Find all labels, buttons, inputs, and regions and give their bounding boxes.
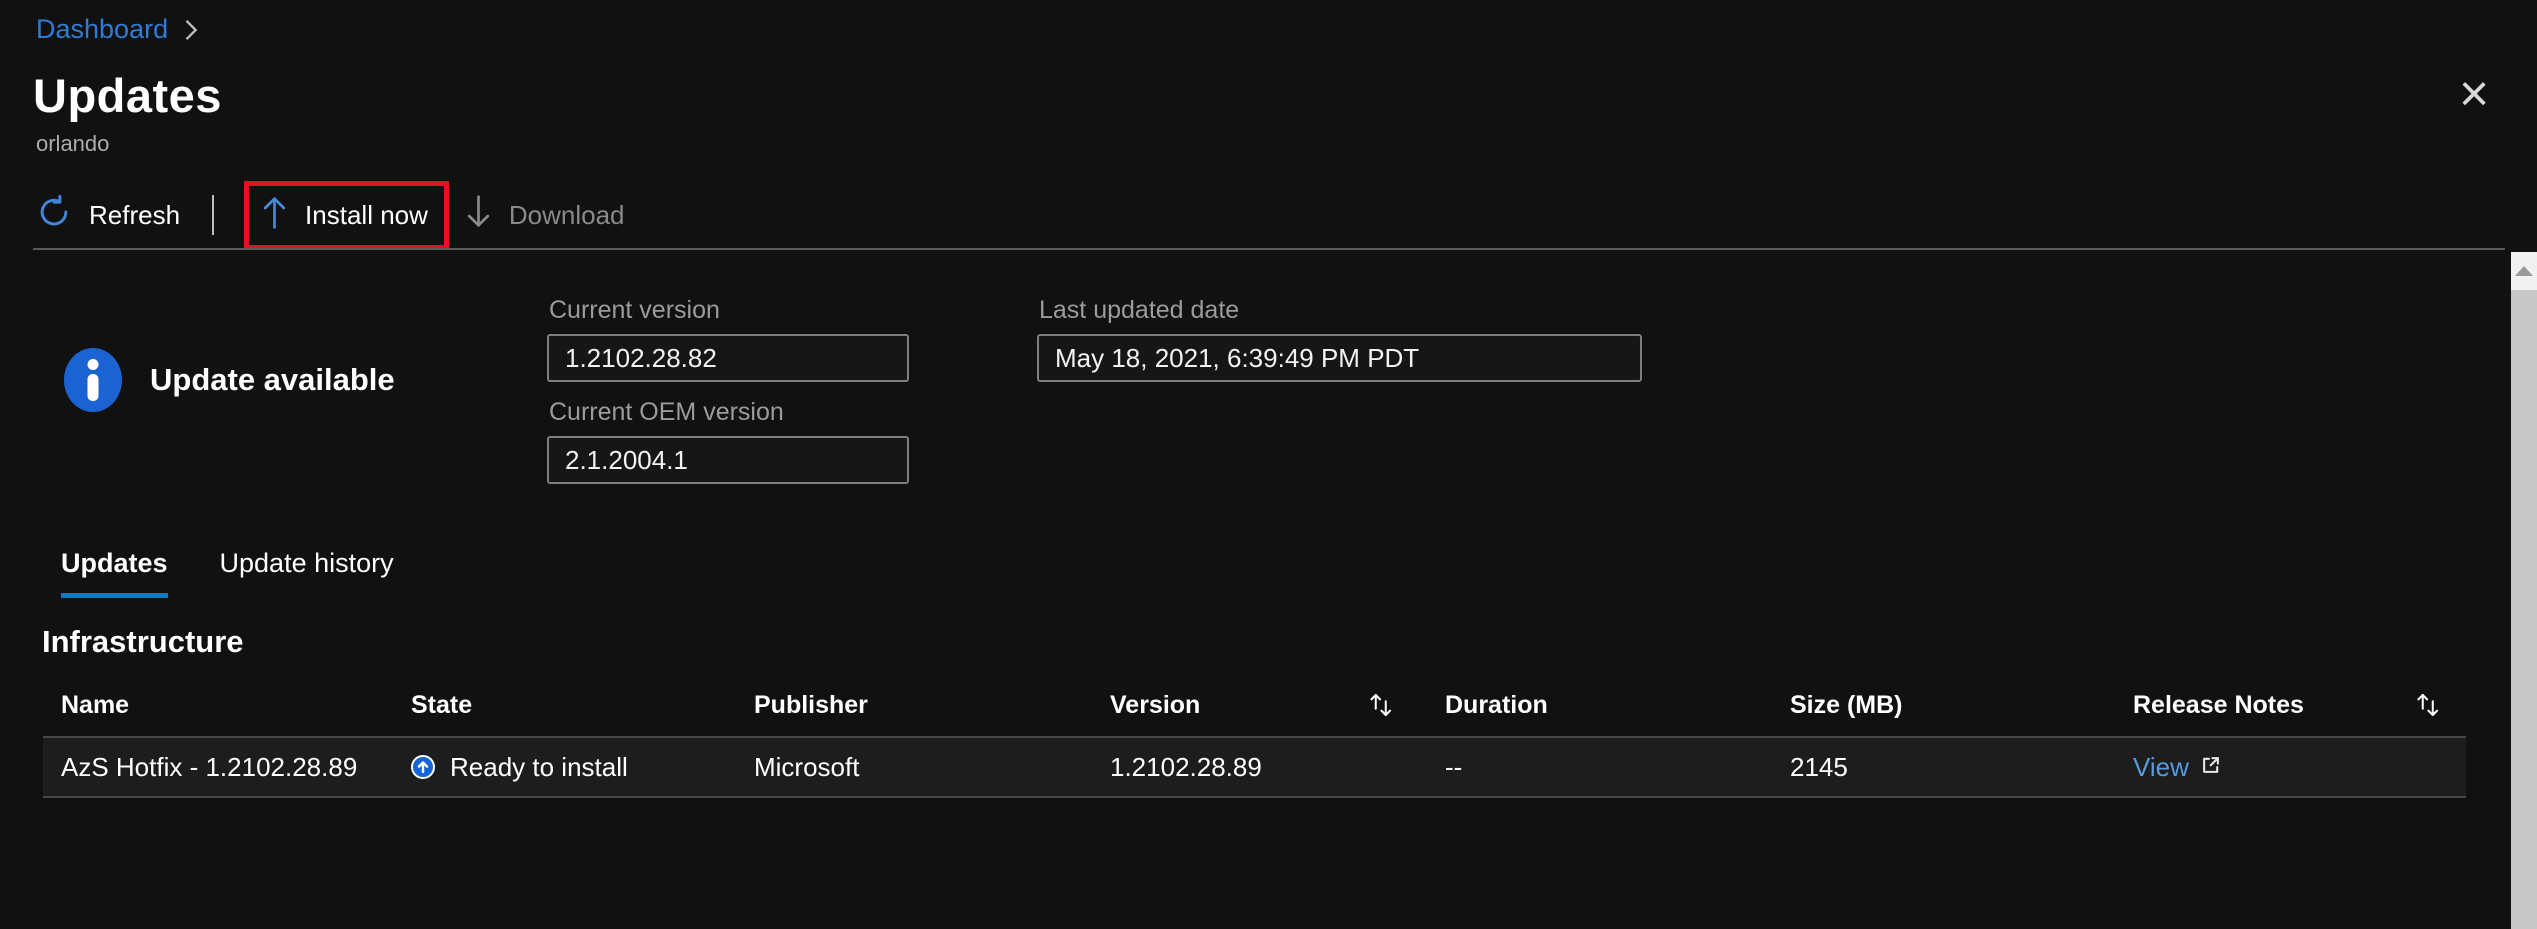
column-header-size[interactable]: Size (MB) [1772, 691, 2115, 720]
page-subtitle: orlando [36, 131, 109, 157]
updates-blade: Dashboard × Updates orlando Refresh [0, 0, 2537, 929]
current-oem-version-field[interactable]: 2.1.2004.1 [547, 436, 909, 484]
last-updated-date-field[interactable]: May 18, 2021, 6:39:49 PM PDT [1037, 334, 1642, 382]
breadcrumb: Dashboard [36, 14, 199, 45]
chevron-right-icon [184, 18, 199, 42]
tab-update-history[interactable]: Update history [220, 548, 394, 598]
column-header-state[interactable]: State [393, 691, 736, 720]
table-row[interactable]: AzS Hotfix - 1.2102.28.89 Ready to insta… [43, 736, 2466, 798]
last-updated-date-label: Last updated date [1039, 296, 1239, 325]
scrollbar-up-button[interactable] [2511, 252, 2537, 290]
sort-icon[interactable] [2414, 690, 2444, 720]
up-arrow-icon [261, 194, 288, 237]
refresh-icon [36, 194, 72, 237]
sort-icon[interactable] [1367, 690, 1397, 720]
update-status: Update available [64, 348, 395, 412]
cell-version: 1.2102.28.89 [1092, 752, 1427, 783]
infrastructure-section-title: Infrastructure [42, 624, 244, 660]
download-label: Download [509, 200, 625, 231]
vertical-scrollbar [2511, 252, 2537, 929]
view-release-notes-link[interactable]: View [2133, 752, 2189, 783]
cell-state-label: Ready to install [450, 752, 628, 783]
annotation-highlight-box: Install now [244, 181, 449, 250]
external-link-icon [2200, 752, 2222, 783]
download-button[interactable]: Download [465, 194, 625, 237]
info-icon [64, 348, 122, 412]
cell-release-notes: View [2115, 752, 2466, 783]
cell-name: AzS Hotfix - 1.2102.28.89 [43, 752, 393, 783]
column-header-name[interactable]: Name [43, 691, 393, 720]
refresh-label: Refresh [89, 200, 180, 231]
column-header-release-notes[interactable]: Release Notes [2115, 690, 2466, 720]
scrollbar-thumb[interactable] [2511, 290, 2537, 929]
column-header-version[interactable]: Version [1092, 690, 1427, 720]
cell-publisher: Microsoft [736, 752, 1092, 783]
cell-duration: -- [1427, 752, 1772, 783]
update-status-text: Update available [150, 362, 395, 398]
table-header-row: Name State Publisher Version Duration Si… [43, 674, 2466, 736]
page-title: Updates [33, 68, 222, 123]
tab-bar: Updates Update history [61, 548, 394, 598]
current-oem-version-label: Current OEM version [549, 398, 784, 427]
cell-size: 2145 [1772, 752, 2115, 783]
install-now-label: Install now [305, 200, 428, 231]
cell-state: Ready to install [393, 752, 736, 783]
updates-table: Name State Publisher Version Duration Si… [43, 674, 2466, 798]
scroll-up-arrow-icon [2515, 266, 2533, 276]
current-version-label: Current version [549, 296, 720, 325]
close-icon[interactable]: × [2446, 66, 2502, 122]
tab-updates[interactable]: Updates [61, 548, 168, 598]
current-version-field[interactable]: 1.2102.28.82 [547, 334, 909, 382]
breadcrumb-dashboard-link[interactable]: Dashboard [36, 14, 168, 45]
down-arrow-icon [465, 194, 492, 237]
ready-to-install-icon [411, 755, 435, 779]
install-now-button[interactable]: Install now [261, 194, 428, 237]
toolbar-divider [33, 248, 2505, 250]
column-header-duration[interactable]: Duration [1427, 691, 1772, 720]
column-header-publisher[interactable]: Publisher [736, 691, 1092, 720]
toolbar-separator [212, 195, 214, 235]
refresh-button[interactable]: Refresh [36, 194, 180, 237]
command-bar: Refresh Install now Download [36, 183, 625, 247]
